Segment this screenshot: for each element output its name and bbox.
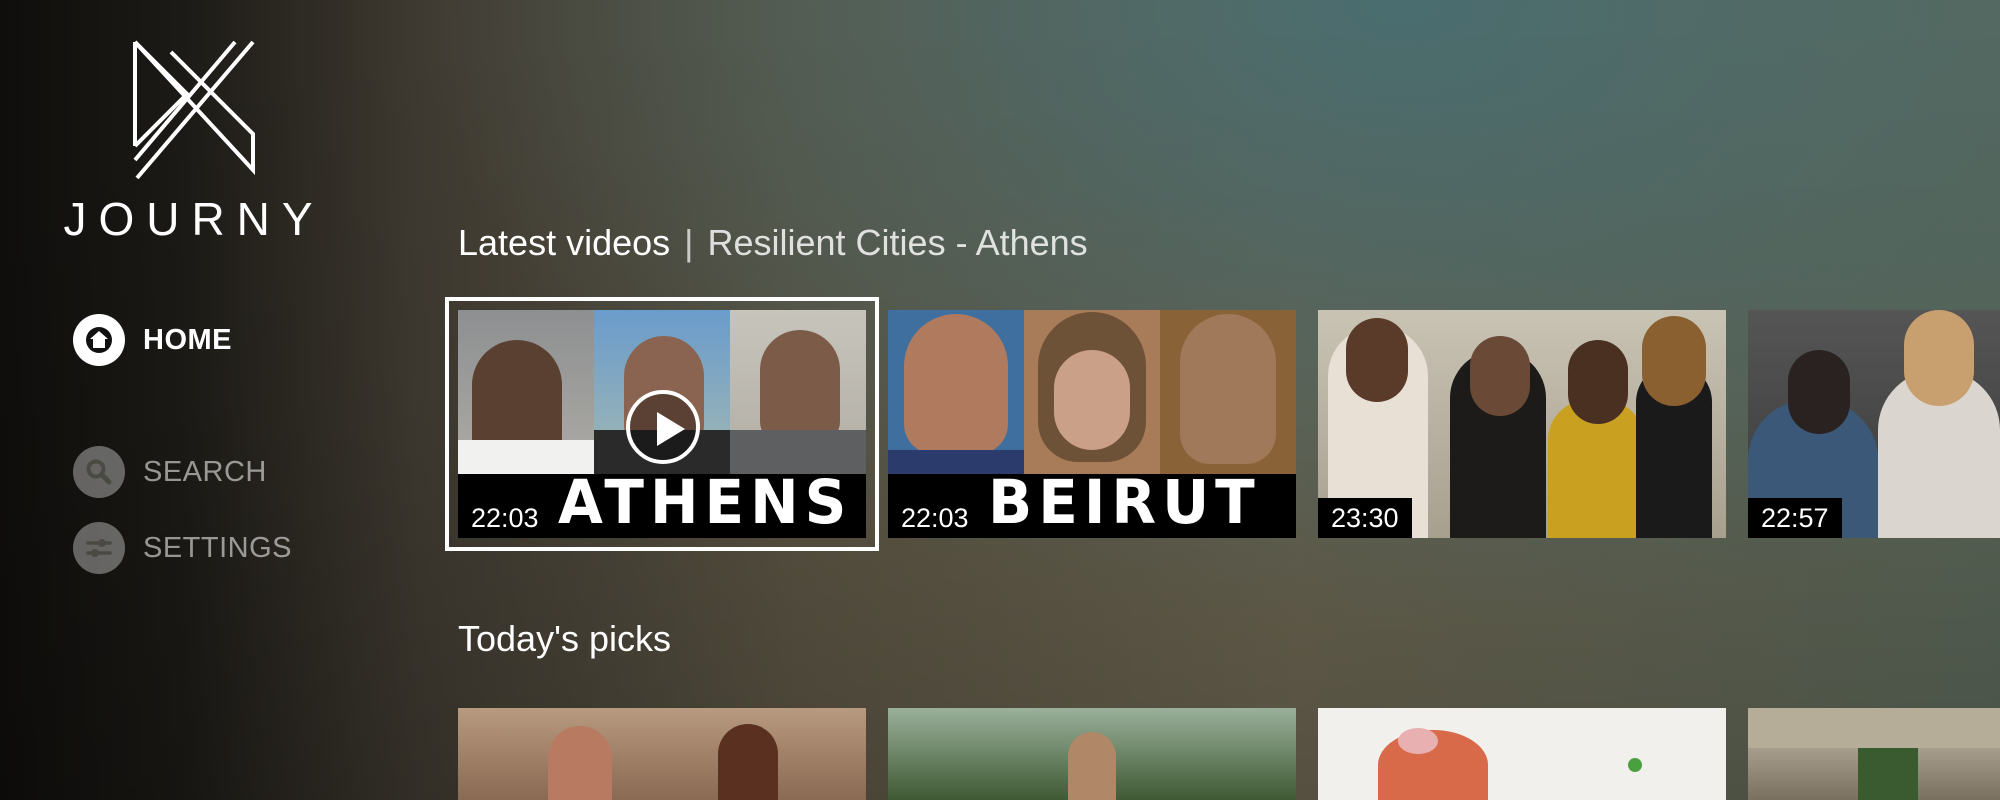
nav-label-settings: SETTINGS	[143, 531, 293, 564]
video-thumbnail	[1748, 708, 2000, 800]
video-card-athens[interactable]: ATHENS 22:03	[445, 297, 879, 551]
video-card-4[interactable]: 22:57	[1748, 310, 2000, 538]
section-title-latest: Latest videos | Resilient Cities - Athens	[458, 222, 1088, 264]
home-icon	[73, 314, 125, 366]
pick-card-4[interactable]	[1748, 708, 2000, 800]
video-thumbnail	[1318, 708, 1726, 800]
pick-card-1[interactable]	[458, 708, 866, 800]
title-separator: |	[684, 222, 694, 263]
search-icon	[73, 446, 125, 498]
video-thumbnail	[458, 708, 866, 800]
video-card-beirut[interactable]: BEIRUT 22:03	[888, 310, 1296, 538]
banner-title: BEIRUT	[988, 466, 1261, 538]
pick-card-3[interactable]	[1318, 708, 1726, 800]
nav-item-home[interactable]: HOME	[73, 314, 232, 366]
play-icon[interactable]	[626, 390, 700, 464]
video-duration: 22:03	[458, 498, 552, 538]
nav-label-home: HOME	[143, 323, 232, 356]
video-duration: 22:03	[888, 498, 982, 538]
sidebar: JOURNY HOME SEARCH SETTINGS	[0, 0, 400, 800]
video-duration: 23:30	[1318, 498, 1412, 538]
todays-picks-heading: Today's picks	[458, 618, 671, 659]
nav-item-settings[interactable]: SETTINGS	[73, 522, 292, 574]
settings-sliders-icon	[73, 522, 125, 574]
video-duration: 22:57	[1748, 498, 1842, 538]
banner-title: ATHENS	[558, 466, 853, 538]
nav-item-search[interactable]: SEARCH	[73, 446, 267, 498]
logo-mark-icon	[133, 40, 255, 180]
latest-videos-heading: Latest videos	[458, 222, 671, 263]
section-title-picks: Today's picks	[458, 618, 671, 660]
video-card-3[interactable]: 23:30	[1318, 310, 1726, 538]
nav-label-search: SEARCH	[143, 455, 267, 488]
video-thumbnail	[888, 708, 1296, 800]
pick-card-2[interactable]	[888, 708, 1296, 800]
app-name: JOURNY	[63, 193, 325, 245]
latest-videos-subtitle: Resilient Cities - Athens	[707, 222, 1088, 263]
